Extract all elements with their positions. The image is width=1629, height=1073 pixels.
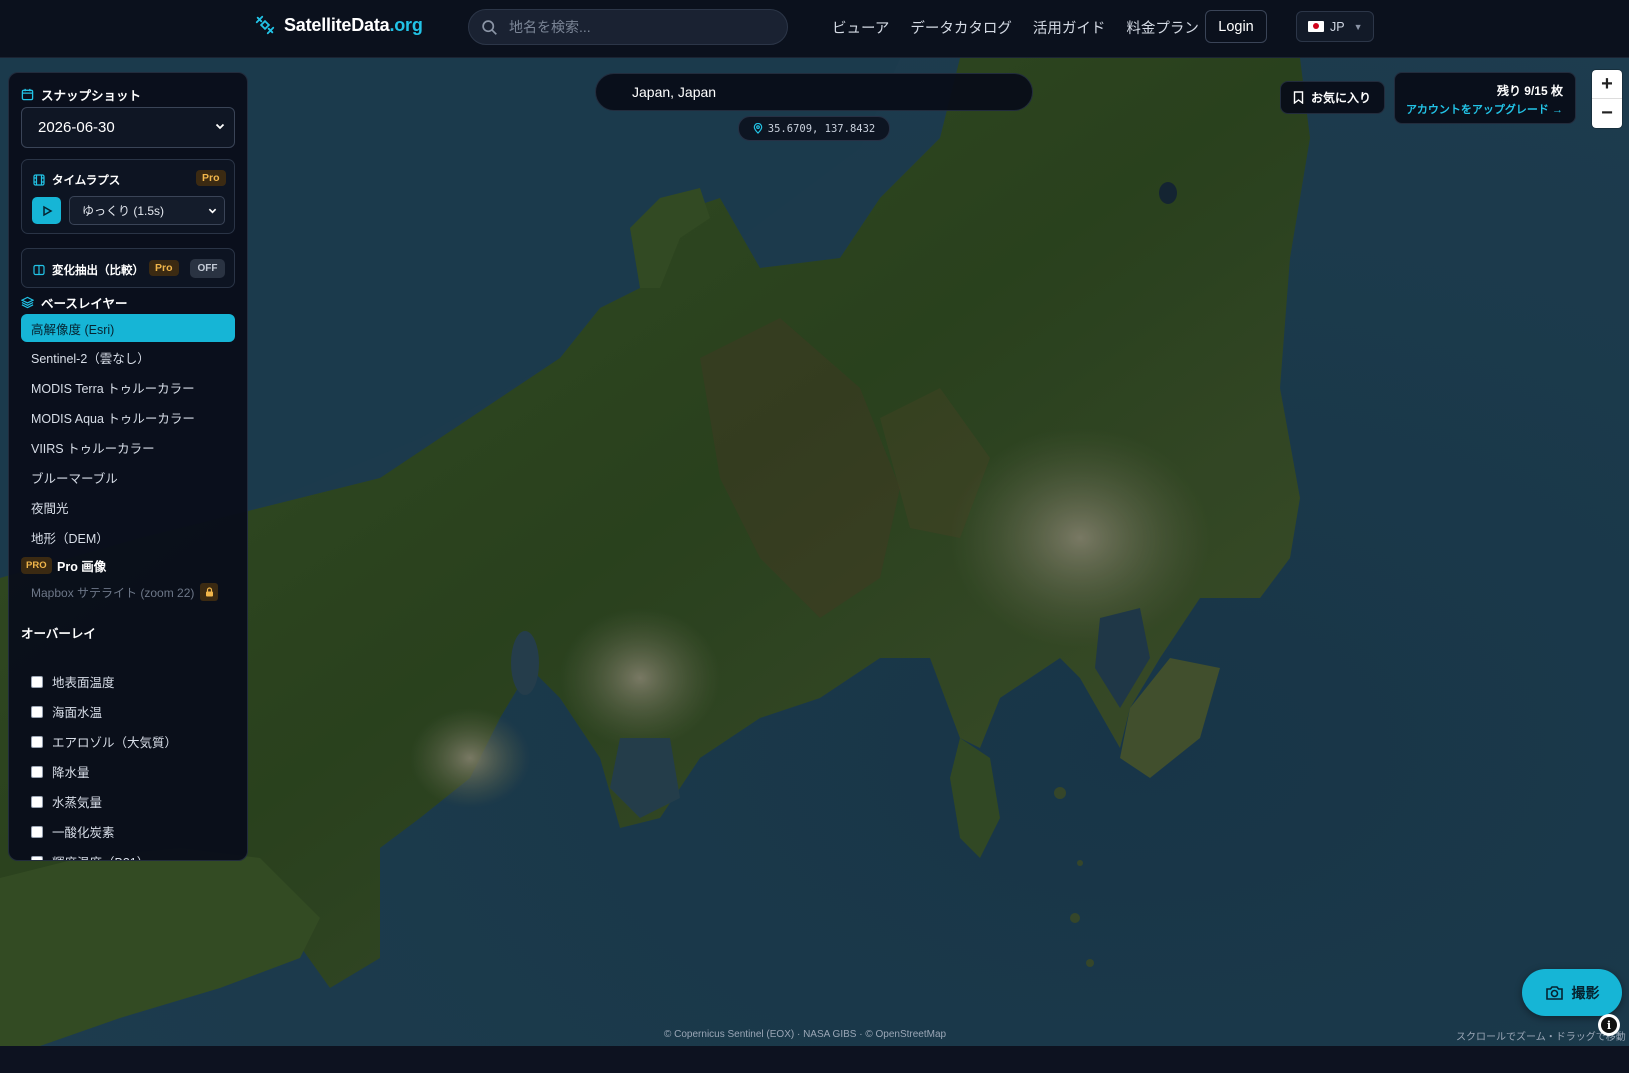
bottom-strip xyxy=(0,1046,1629,1073)
japan-flag-icon xyxy=(1308,21,1324,32)
timelapse-card: タイムラプス Pro ゆっくり (1.5s) xyxy=(21,159,235,234)
overlay-land-surface-temp[interactable]: 地表面温度 xyxy=(31,672,115,691)
language-selector[interactable]: JP ▼ xyxy=(1296,11,1374,42)
main-nav: ビューア データカタログ 活用ガイド 料金プラン xyxy=(832,17,1199,38)
change-detection-toggle[interactable]: OFF xyxy=(190,259,225,278)
top-navigation-bar: SatelliteData.org ビューア データカタログ 活用ガイド 料金プ… xyxy=(0,0,1629,58)
mapbox-satellite-label: Mapbox サテライト (zoom 22) xyxy=(31,585,195,600)
layers-icon xyxy=(21,296,34,309)
overlay-precipitation[interactable]: 降水量 xyxy=(31,762,90,781)
base-layer-esri[interactable]: 高解像度 (Esri) xyxy=(21,314,235,342)
camera-icon xyxy=(1545,985,1563,1000)
info-button[interactable]: i xyxy=(1598,1014,1620,1036)
search-input[interactable] xyxy=(509,19,769,35)
film-icon xyxy=(33,174,45,186)
base-layer-sentinel2[interactable]: Sentinel-2（雲なし） xyxy=(21,343,235,371)
bookmark-icon xyxy=(1293,91,1304,104)
snapshot-date-select[interactable]: 2026-06-30 xyxy=(21,107,235,148)
language-code: JP xyxy=(1330,19,1345,34)
coordinates-value: 35.6709, 137.8432 xyxy=(767,122,876,135)
nav-viewer[interactable]: ビューア xyxy=(832,17,889,38)
chevron-down-icon xyxy=(215,123,225,130)
calendar-icon xyxy=(21,88,34,101)
map-attribution[interactable]: © Copernicus Sentinel (EOX) · NASA GIBS … xyxy=(664,1029,946,1040)
overlay-brightness-temp[interactable]: 輝度温度（B31） xyxy=(31,852,149,860)
base-layer-blue-marble[interactable]: ブルーマーブル xyxy=(21,463,235,491)
change-detection-title: 変化抽出（比較） xyxy=(33,262,144,278)
overlay-carbon-monoxide[interactable]: 一酸化炭素 xyxy=(31,822,115,841)
quota-count: 残り 9/15 枚 xyxy=(1496,84,1563,98)
checkbox[interactable] xyxy=(31,795,43,808)
base-layer-dem[interactable]: 地形（DEM） xyxy=(21,523,235,551)
timelapse-speed-value: ゆっくり (1.5s) xyxy=(82,204,165,218)
base-layer-modis-aqua[interactable]: MODIS Aqua トゥルーカラー xyxy=(21,403,235,431)
quota-panel: 残り 9/15 枚 アカウントをアップグレード → xyxy=(1394,72,1576,124)
sidebar-panel: スナップショット 2026-06-30 タイムラプス Pro ゆっくり (1.5… xyxy=(8,72,248,861)
base-layer-modis-terra[interactable]: MODIS Terra トゥルーカラー xyxy=(21,373,235,401)
search-icon xyxy=(482,19,497,35)
pro-images-title: Pro 画像 xyxy=(57,560,107,574)
satellite-icon xyxy=(255,15,275,35)
capture-button[interactable]: 撮影 xyxy=(1522,969,1622,1016)
search-bar[interactable] xyxy=(468,9,788,45)
zoom-out-button[interactable]: − xyxy=(1592,99,1622,128)
checkbox[interactable] xyxy=(31,825,43,838)
info-icon: i xyxy=(1601,1017,1617,1033)
upgrade-account-link[interactable]: アカウントをアップグレード → xyxy=(1406,101,1563,117)
snapshot-section-title: スナップショット xyxy=(21,85,141,104)
zoom-control: + − xyxy=(1592,70,1622,128)
base-layer-night-lights[interactable]: 夜間光 xyxy=(21,493,235,521)
chevron-down-icon: ▼ xyxy=(1353,21,1363,32)
play-button[interactable] xyxy=(32,197,61,224)
overlay-aerosol[interactable]: エアロゾル（大気質） xyxy=(31,732,177,751)
chevron-down-icon xyxy=(208,208,217,214)
logo-text: SatelliteData.org xyxy=(284,14,423,35)
nav-pricing[interactable]: 料金プラン xyxy=(1126,17,1199,38)
login-button[interactable]: Login xyxy=(1205,10,1267,43)
checkbox[interactable] xyxy=(31,855,43,860)
place-name-bar[interactable]: Japan, Japan xyxy=(595,73,1033,111)
coordinates-badge: 35.6709, 137.8432 xyxy=(738,116,890,141)
zoom-in-button[interactable]: + xyxy=(1592,70,1622,99)
pro-tag: PRO xyxy=(21,557,52,574)
snapshot-date-value: 2026-06-30 xyxy=(38,119,115,136)
base-layers-title: ベースレイヤー xyxy=(21,293,128,312)
lock-icon xyxy=(200,583,219,601)
nav-guide[interactable]: 活用ガイド xyxy=(1033,17,1106,38)
timelapse-pro-badge: Pro xyxy=(196,170,226,186)
checkbox[interactable] xyxy=(31,705,43,718)
overlay-sea-surface-temp[interactable]: 海面水温 xyxy=(31,702,102,721)
compare-icon xyxy=(33,264,45,276)
checkbox[interactable] xyxy=(31,765,43,778)
overlay-water-vapor[interactable]: 水蒸気量 xyxy=(31,792,102,811)
play-icon xyxy=(42,205,53,216)
checkbox[interactable] xyxy=(31,675,43,688)
nav-data-catalog[interactable]: データカタログ xyxy=(910,17,1012,38)
timelapse-speed-select[interactable]: ゆっくり (1.5s) xyxy=(69,196,225,225)
location-pin-icon xyxy=(753,123,763,134)
change-detection-pro-badge: Pro xyxy=(149,260,179,276)
base-layer-viirs[interactable]: VIIRS トゥルーカラー xyxy=(21,433,235,461)
timelapse-title: タイムラプス xyxy=(33,172,120,188)
checkbox[interactable] xyxy=(31,735,43,748)
overlays-title: オーバーレイ xyxy=(21,627,96,641)
mapbox-satellite-locked[interactable]: Mapbox サテライト (zoom 22) xyxy=(31,583,219,601)
change-detection-card: 変化抽出（比較） Pro OFF xyxy=(21,248,235,288)
favorite-button[interactable]: お気に入り xyxy=(1280,81,1385,114)
logo[interactable]: SatelliteData.org xyxy=(254,14,423,36)
